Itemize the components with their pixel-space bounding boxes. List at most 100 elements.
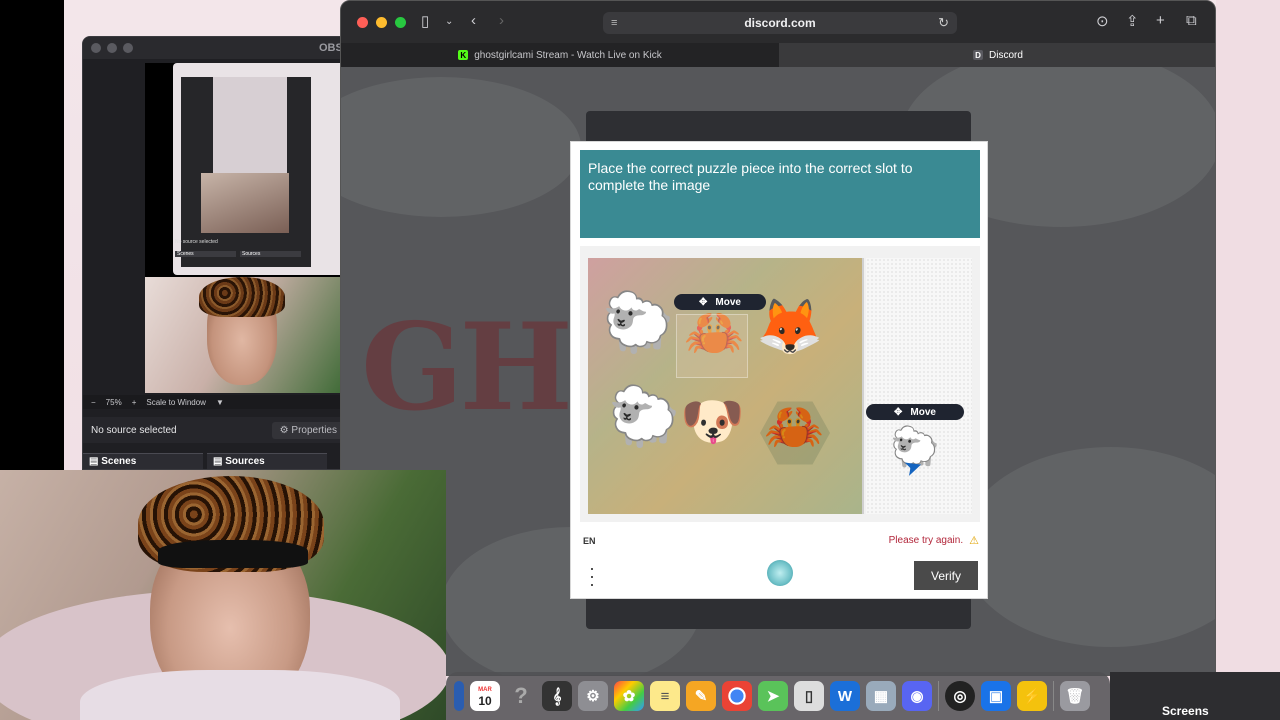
obs-docks: ▤ Scenes ▤ Sources [83,453,351,469]
reader-icon[interactable]: ≡ [611,17,617,29]
nested-obs-capture: No source selected Scenes Sources [173,63,351,275]
phone-mirror-icon[interactable]: ▯ [794,681,824,711]
dock: MAR 10 ? 𝄞 ⚙ ✿ ≡ ✎ ➤ ▯ W ▦ ◉ ◎ ▣ ⚡ 🗑 [446,672,1110,720]
verify-button[interactable]: Verify [914,561,978,590]
discord-page: GHO Place the correct puzzle piece into … [341,67,1215,675]
pages-icon[interactable]: ✎ [686,681,716,711]
reload-icon[interactable]: ↻ [938,15,949,31]
dock-separator [1053,681,1054,711]
safari-toolbar: ▯ ⌄ ‹ › ≡ discord.com ↻ ⊙ ⇪ + ⧉ [341,1,1215,43]
error-message: Please try again. ⚠ [889,534,979,547]
address-bar[interactable]: ≡ discord.com ↻ [603,12,957,34]
new-tab-icon[interactable]: + [1156,12,1165,29]
obs-titlebar[interactable]: OBS [83,37,351,59]
zoom-button[interactable] [395,17,406,28]
obs-zoom-dot[interactable] [123,43,133,53]
tab-overview-icon[interactable]: ⧉ [1186,12,1197,29]
sheep-image: 🐑 [602,290,675,355]
maps-icon[interactable]: ➤ [758,681,788,711]
tab-discord[interactable]: D Discord [779,43,1215,67]
share-icon[interactable]: ⇪ [1126,12,1139,30]
move-label-2: Move [910,406,936,418]
trash-icon[interactable]: 🗑 [1060,681,1090,711]
move-handle-piece[interactable]: ✥ Move [866,404,964,420]
language-selector[interactable]: EN [583,536,596,546]
zoom-out-icon[interactable]: − [91,398,96,407]
puzzle-area: 🐑 🦀 🦊 🐑 🐶 🦀 ✥ Move ✥ Move 🐑 ➤ [580,246,980,522]
gear-icon: ⚙ [279,424,292,436]
zoom-in-icon[interactable]: + [132,398,137,407]
forward-icon[interactable]: › [499,12,504,29]
nested-sources: Sources [240,251,301,257]
sources-dock-header[interactable]: ▤ Sources [207,453,327,469]
hcaptcha-logo-icon [767,560,793,586]
webcam-headband [158,540,308,568]
calendar-icon[interactable]: MAR 10 [470,681,500,711]
red-panda-image: 🦊 [756,297,824,357]
roblox-icon[interactable]: ▣ [981,681,1011,711]
obs-minimize-dot[interactable] [107,43,117,53]
nested-scenes: Scenes [175,251,236,257]
obs-preview[interactable]: No source selected Scenes Sources [145,63,351,393]
error-text: Please try again. [888,535,964,546]
address-text: discord.com [744,16,816,30]
photos-icon[interactable]: ✿ [614,681,644,711]
move-icon: ✥ [894,406,903,418]
finder-icon[interactable] [454,681,464,711]
menu-icon[interactable]: · · · [589,559,595,593]
scenes-icon: ▤ [89,456,102,467]
settings-icon[interactable]: ⚙ [578,681,608,711]
help-icon[interactable]: ? [506,681,536,711]
nested-webcam [201,173,289,233]
window-controls [357,17,406,28]
discord-icon[interactable]: ◉ [902,681,932,711]
preview-icon[interactable]: ▦ [866,681,896,711]
tab-kick[interactable]: K ghostgirlcami Stream - Watch Live on K… [341,43,779,67]
move-label: Move [715,296,741,308]
sidebar-icon[interactable]: ▯ [421,12,429,30]
sources-label: Sources [225,456,265,467]
dock-separator [938,681,939,711]
scenes-dock-header[interactable]: ▤ Scenes [83,453,203,469]
piece-panel: ✥ Move 🐑 ➤ [866,258,972,514]
studio-icon[interactable]: ⚡ [1017,681,1047,711]
sources-icon: ▤ [213,456,226,467]
obs-zoom-bar: − 75% + Scale to Window ▼ [83,395,351,409]
safari-window: ▯ ⌄ ‹ › ≡ discord.com ↻ ⊙ ⇪ + ⧉ K ghostg… [340,0,1216,676]
scenes-label: Scenes [101,456,137,467]
obs-icon[interactable]: ◎ [945,681,975,711]
captcha-prompt: Place the correct puzzle piece into the … [580,150,980,238]
close-button[interactable] [357,17,368,28]
webcam-overlay [0,470,446,720]
no-source-label: No source selected [91,424,177,436]
webex-icon[interactable]: W [830,681,860,711]
screenshot-label: Screens [1162,704,1209,718]
sheep-image: 🐑 [608,384,681,449]
puzzle-slot[interactable] [676,314,748,378]
bg-cloud [961,447,1215,647]
nested-obs-inner-2 [213,77,287,187]
properties-label: Properties [291,424,337,436]
chevron-down-icon[interactable]: ⌄ [445,16,453,27]
minimize-button[interactable] [376,17,387,28]
captcha-dialog: Place the correct puzzle piece into the … [570,141,988,599]
obs-source-bar: No source selected ⚙ Properties [83,417,351,443]
calendar-day: 10 [478,694,492,708]
puzzle-image: 🐑 🦀 🦊 🐑 🐶 🦀 ✥ Move [588,258,864,514]
properties-button[interactable]: ⚙ Properties [271,421,345,439]
obs-close-dot[interactable] [91,43,101,53]
scale-select[interactable]: Scale to Window [146,398,206,407]
download-icon[interactable]: ⊙ [1096,12,1109,30]
obs-window-controls [91,43,133,53]
webcam-shirt [80,670,400,720]
notes-icon[interactable]: ≡ [650,681,680,711]
chrome-icon[interactable] [722,681,752,711]
dog-image: 🐶 [680,393,745,451]
obs-webcam-preview [145,277,345,393]
move-icon: ✥ [699,296,708,308]
guitar-icon[interactable]: 𝄞 [542,681,572,711]
chevron-down-icon[interactable]: ▼ [216,398,224,407]
move-handle-top[interactable]: ✥ Move [674,294,766,310]
nested-status-text: No source selected [175,239,218,245]
back-icon[interactable]: ‹ [471,12,476,29]
